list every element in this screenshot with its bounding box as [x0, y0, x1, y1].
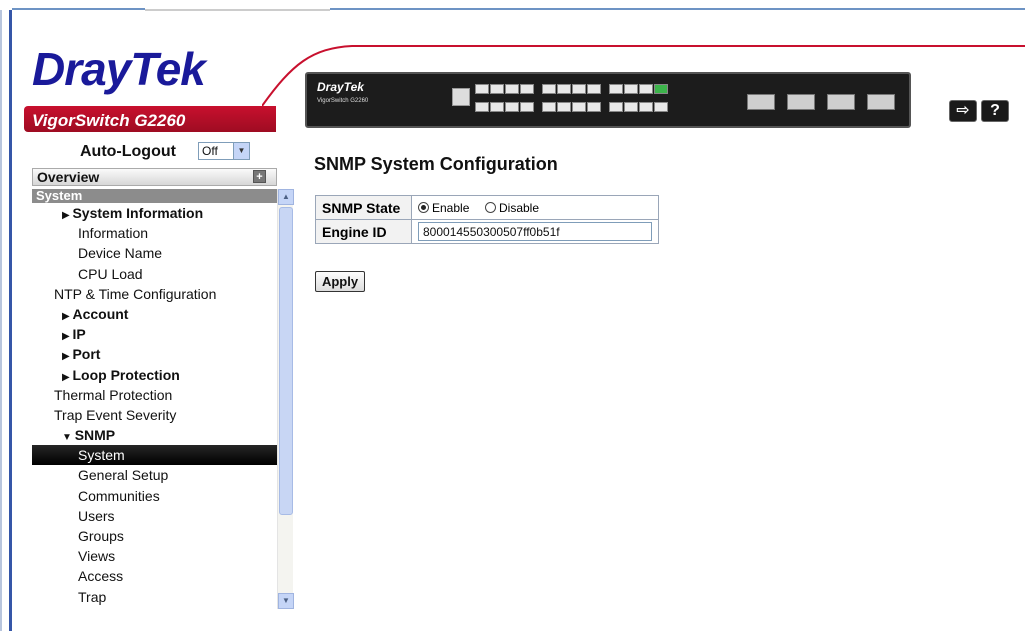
nav-item-label: Thermal Protection [54, 386, 173, 403]
snmp-state-label: SNMP State [315, 195, 412, 220]
nav-item-label: Trap Event Severity [54, 406, 177, 423]
enable-radio[interactable] [418, 202, 429, 213]
device-logo: DrayTek [317, 80, 364, 94]
triangle-right-icon: ▶ [62, 210, 73, 221]
port-row-bottom [475, 102, 674, 112]
nav-item-system[interactable]: System [32, 445, 277, 466]
nav-item-views[interactable]: Views [32, 546, 277, 566]
nav-item-label: NTP & Time Configuration [54, 285, 217, 302]
nav-item-communities[interactable]: Communities [32, 486, 277, 506]
nav-tree: System ▶ System Information Information De… [32, 189, 277, 609]
nav-item-general-setup[interactable]: General Setup [32, 465, 277, 485]
nav-item-access[interactable]: Access [32, 566, 277, 586]
scroll-thumb[interactable] [279, 207, 293, 515]
device-subtitle: VigorSwitch G2260 [317, 98, 369, 104]
nav-overview-label: Overview [37, 169, 100, 185]
snmp-state-value: Enable Disable [411, 195, 659, 220]
nav-item-ip[interactable]: ▶ IP [32, 324, 277, 344]
nav-item-label: SNMP [74, 427, 116, 444]
nav-item-system-information[interactable]: ▶ System Information [32, 203, 277, 223]
sfp-port [747, 94, 775, 110]
sfp-port [827, 94, 855, 110]
engine-id-label: Engine ID [315, 219, 412, 244]
autologout-select[interactable]: Off ▼ [198, 142, 250, 160]
page-title: SNMP System Configuration [314, 154, 558, 174]
nav-item-label: Communities [78, 487, 160, 504]
nav-item-loop-protection[interactable]: ▶ Loop Protection [32, 365, 277, 385]
nav-item-ntp-time-configuration[interactable]: NTP & Time Configuration [32, 284, 277, 304]
nav-item-users[interactable]: Users [32, 506, 277, 526]
scroll-down-icon[interactable]: ▼ [278, 593, 294, 609]
nav-item-thermal-protection[interactable]: Thermal Protection [32, 385, 277, 405]
scroll-up-icon[interactable]: ▲ [278, 189, 294, 205]
port-row-top [475, 84, 674, 94]
triangle-right-icon: ▶ [62, 351, 73, 363]
triangle-right-icon: ▶ [62, 331, 73, 343]
disable-radio[interactable] [485, 202, 496, 213]
nav-item-account[interactable]: ▶ Account [32, 304, 277, 324]
logout-button[interactable]: ⇨ [949, 100, 977, 122]
window-top-border [0, 0, 1025, 16]
snmp-state-row: SNMP State Enable Disable [315, 195, 659, 220]
nav-item-trap-event-severity[interactable]: Trap Event Severity [32, 405, 277, 425]
header: DrayTek VigorSwitch G2260 DrayTek VigorS… [12, 16, 1025, 134]
engine-id-row: Engine ID [315, 219, 659, 244]
nav-item-groups[interactable]: Groups [32, 526, 277, 546]
apply-button[interactable]: Apply [315, 271, 365, 292]
sfp-port [867, 94, 895, 110]
nav-item-label: Account [72, 305, 129, 322]
nav-item-label: CPU Load [78, 265, 143, 282]
logout-icon: ⇨ [956, 102, 970, 119]
disable-radio-label[interactable]: Disable [499, 201, 539, 215]
switch-front-panel-image: DrayTek VigorSwitch G2260 [305, 72, 911, 128]
autologout-value: Off [202, 144, 218, 158]
nav-item-label: IP [72, 326, 86, 343]
nav-item-trap[interactable]: Trap [32, 587, 277, 607]
engine-id-cell [411, 219, 659, 244]
nav-item-label: Users [78, 507, 115, 524]
nav-item-label: System Information [72, 205, 204, 221]
nav-item-label: Views [78, 548, 116, 565]
help-icon: ? [990, 102, 1000, 119]
nav-item-port[interactable]: ▶ Port [32, 344, 277, 364]
nav-item-label: Information [78, 225, 149, 242]
nav-item-label: Trap [78, 588, 107, 605]
nav-overview[interactable]: Overview + [32, 168, 277, 186]
autologout-label: Auto-Logout [80, 143, 176, 160]
engine-id-input[interactable] [418, 222, 652, 241]
nav-item-label: System [78, 447, 125, 464]
sfp-port [787, 94, 815, 110]
triangle-right-icon: ▶ [62, 371, 73, 383]
snmp-config-table: SNMP State Enable Disable Engine ID [315, 195, 659, 244]
console-port [452, 88, 470, 106]
nav-item-label: Groups [78, 528, 124, 544]
nav-item-label: Access [78, 568, 124, 585]
enable-radio-label[interactable]: Enable [432, 201, 469, 215]
nav-item-label: General Setup [78, 467, 169, 484]
frame-left-edge [0, 10, 2, 631]
triangle-right-icon: ▶ [62, 310, 73, 322]
nav-item-device-name[interactable]: Device Name [32, 243, 277, 263]
expand-plus-icon[interactable]: + [253, 170, 266, 183]
draytek-logo: DrayTek [32, 43, 206, 95]
nav-item-information[interactable]: Information [32, 223, 277, 243]
model-name: VigorSwitch G2260 [32, 111, 186, 130]
help-button[interactable]: ? [981, 100, 1009, 122]
chevron-down-icon: ▼ [233, 143, 249, 159]
nav-item-label: Device Name [78, 245, 163, 262]
nav-section-system[interactable]: System [32, 189, 277, 203]
nav-scrollbar[interactable]: ▲ ▼ [277, 189, 294, 609]
triangle-down-icon: ▼ [62, 432, 75, 444]
nav-item-snmp[interactable]: ▼ SNMP [32, 425, 277, 445]
nav-item-cpu-load[interactable]: CPU Load [32, 264, 277, 284]
nav-item-label: Port [72, 346, 101, 363]
nav-item-label: Loop Protection [72, 366, 180, 383]
